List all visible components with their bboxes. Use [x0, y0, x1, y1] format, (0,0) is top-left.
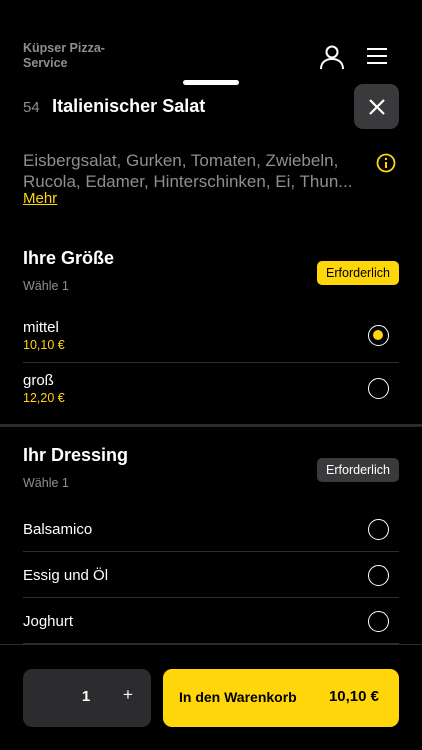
add-to-cart-button[interactable]: In den Warenkorb 10,10 € — [163, 669, 399, 727]
section-separator — [0, 424, 422, 427]
option-name: groß — [23, 372, 54, 389]
item-title-row: 54 Italienischer Salat — [23, 96, 343, 120]
more-link[interactable]: Mehr — [23, 190, 57, 207]
divider — [23, 597, 399, 598]
option-name: mittel — [23, 319, 59, 336]
option-price: 12,20 € — [23, 391, 65, 405]
top-bar: Küpser Pizza-Service — [0, 0, 422, 80]
option-name: Essig und Öl — [23, 567, 109, 584]
option-price: 10,10 € — [23, 338, 65, 352]
bottom-action-bar: 1 + In den Warenkorb 10,10 € — [0, 644, 422, 750]
add-to-cart-label: In den Warenkorb — [179, 689, 297, 705]
dressing-group-subtitle: Wähle 1 — [23, 476, 69, 490]
add-to-cart-price: 10,10 € — [328, 688, 379, 705]
close-icon — [368, 98, 385, 115]
option-row-mittel[interactable]: mittel 10,10 € — [23, 316, 399, 362]
option-name: Balsamico — [23, 521, 93, 538]
close-button[interactable] — [354, 84, 399, 129]
hamburger-menu-icon[interactable] — [364, 44, 390, 68]
radio-button-selected[interactable] — [368, 325, 389, 346]
divider — [23, 551, 399, 552]
info-icon[interactable] — [376, 153, 396, 173]
item-title: Italienischer Salat — [52, 96, 206, 116]
radio-button[interactable] — [368, 378, 389, 399]
increment-button[interactable]: + — [119, 685, 137, 707]
required-badge: Erforderlich — [317, 261, 399, 285]
option-row-gross[interactable]: groß 12,20 € — [23, 369, 399, 415]
brand-name: Küpser Pizza-Service — [23, 41, 105, 70]
radio-button[interactable] — [368, 611, 389, 632]
divider — [23, 362, 399, 363]
item-description: Eisbergsalat, Gurken, Tomaten, Zwiebeln,… — [23, 151, 353, 191]
option-row-joghurt[interactable]: Joghurt — [23, 602, 399, 642]
dressing-group-title: Ihr Dressing — [23, 445, 129, 465]
option-name: Joghurt — [23, 613, 74, 630]
required-badge: Erforderlich — [317, 458, 399, 482]
sheet-grabber[interactable] — [183, 80, 239, 85]
item-number: 54 — [23, 99, 40, 116]
quantity-value: 1 — [81, 688, 91, 705]
quantity-stepper[interactable]: 1 + — [23, 669, 151, 727]
option-row-essig-und-oel[interactable]: Essig und Öl — [23, 556, 399, 596]
option-row-balsamico[interactable]: Balsamico — [23, 510, 399, 550]
radio-button[interactable] — [368, 519, 389, 540]
size-group-subtitle: Wähle 1 — [23, 279, 69, 293]
radio-button[interactable] — [368, 565, 389, 586]
user-icon[interactable] — [318, 43, 346, 71]
size-group-title: Ihre Größe — [23, 248, 115, 268]
